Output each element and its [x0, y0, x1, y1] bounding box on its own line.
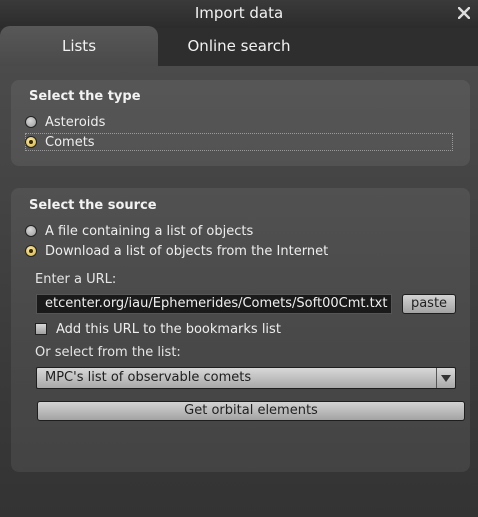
type-group-title: Select the type: [29, 89, 141, 104]
radio-asteroids[interactable]: Asteroids: [25, 113, 105, 131]
url-label: Enter a URL:: [35, 272, 117, 287]
type-group: Select the type Asteroids Comets: [11, 80, 470, 166]
radio-asteroids-indicator[interactable]: [25, 116, 37, 128]
close-icon: [458, 7, 470, 19]
tab-content-lists: Select the type Asteroids Comets Select …: [0, 66, 478, 517]
radio-source-internet-label: Download a list of objects from the Inte…: [45, 243, 329, 259]
source-group: Select the source A file containing a li…: [11, 188, 470, 472]
radio-source-file-label: A file containing a list of objects: [45, 223, 254, 239]
radio-comets-indicator[interactable]: [25, 136, 37, 148]
radio-comets-label: Comets: [45, 134, 95, 150]
title-bar[interactable]: Import data: [0, 0, 478, 28]
import-data-dialog: Import data Lists Online search Select t…: [0, 0, 478, 517]
get-orbital-elements-button[interactable]: Get orbital elements: [37, 401, 465, 421]
close-button[interactable]: [456, 5, 472, 21]
tab-bar: Lists Online search: [0, 26, 478, 66]
list-select-label: Or select from the list:: [35, 345, 181, 360]
tab-lists[interactable]: Lists: [0, 26, 158, 66]
radio-comets[interactable]: Comets: [25, 133, 95, 151]
radio-source-internet[interactable]: Download a list of objects from the Inte…: [25, 242, 328, 260]
dialog-title: Import data: [194, 4, 284, 22]
bookmark-checkbox[interactable]: [35, 323, 47, 335]
source-list-selected: MPC's list of observable comets: [45, 370, 252, 385]
paste-button[interactable]: paste: [402, 294, 456, 314]
tab-online-search[interactable]: Online search: [158, 26, 320, 66]
radio-source-internet-indicator[interactable]: [25, 245, 37, 257]
bookmark-checkbox-row[interactable]: Add this URL to the bookmarks list: [35, 320, 281, 338]
source-group-title: Select the source: [29, 198, 157, 213]
radio-asteroids-label: Asteroids: [45, 114, 106, 130]
radio-source-file[interactable]: A file containing a list of objects: [25, 222, 253, 240]
url-input[interactable]: etcenter.org/iau/Ephemerides/Comets/Soft…: [36, 294, 392, 314]
bookmark-checkbox-label: Add this URL to the bookmarks list: [56, 321, 281, 337]
chevron-down-icon[interactable]: [436, 368, 455, 388]
radio-source-file-indicator[interactable]: [25, 225, 37, 237]
source-list-dropdown[interactable]: MPC's list of observable comets: [36, 367, 456, 389]
